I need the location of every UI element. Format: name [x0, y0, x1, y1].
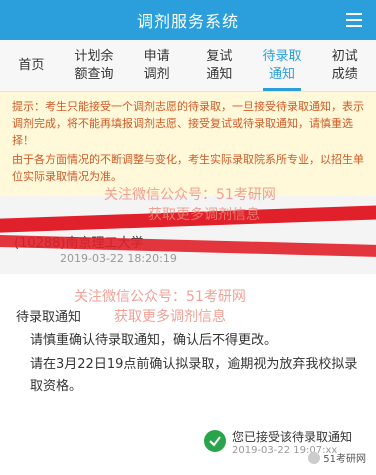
- title-bar: 调剂服务系统: [0, 0, 376, 40]
- tab-apply-adjustment[interactable]: 申请 调剂: [125, 40, 188, 91]
- record-date: 2019-03-22 18:20:19: [60, 252, 177, 265]
- notification-message-1: 请慎重确认待录取通知，确认后不得更改。: [30, 333, 278, 348]
- tab-initial-scores[interactable]: 初试 成绩: [313, 40, 376, 91]
- logo-icon: [308, 451, 321, 464]
- brand-logo: 51考研网: [308, 450, 366, 465]
- watermark-text: 获取更多调剂信息: [114, 309, 226, 325]
- notice-text-2: 由于各方面情况的不断调整与变化，考生实际录取院系所专业，以招生单位实际录取情况为…: [12, 153, 364, 183]
- redaction-bar: [0, 234, 376, 258]
- check-circle-icon: [204, 430, 226, 452]
- tab-bar: 首页 计划余 额查询 申请 调剂 复试 通知 待录取 通知 初试 成绩: [0, 40, 376, 92]
- watermark-text: 获取更多调剂信息: [148, 207, 260, 223]
- app-title: 调剂服务系统: [136, 12, 239, 31]
- logo-text: 51考研网: [323, 454, 366, 465]
- notification-header: 待录取通知: [16, 310, 82, 325]
- status-text: 您已接受该待录取通知: [232, 430, 353, 444]
- tab-admission-pending[interactable]: 待录取 通知: [251, 40, 314, 91]
- notice-panel: 提示：考生只能接受一个调剂志愿的待录取，一旦接受待录取通知，表示调剂完成，将不能…: [0, 92, 376, 198]
- tab-quota-query[interactable]: 计划余 额查询: [63, 40, 126, 91]
- watermark-text: 关注微信公众号：51考研网: [74, 289, 246, 305]
- notice-text-1: 提示：考生只能接受一个调剂志愿的待录取，一旦接受待录取通知，表示调剂完成，将不能…: [12, 100, 364, 147]
- tab-retest-notice[interactable]: 复试 通知: [188, 40, 251, 91]
- watermark-text: 关注微信公众号：51考研网: [104, 187, 276, 203]
- notification-message-2: 请在3月22日19点前确认拟录取，逾期视为放弃我校拟录取资格。: [30, 357, 358, 394]
- tab-home[interactable]: 首页: [0, 40, 63, 91]
- menu-icon[interactable]: [342, 8, 366, 32]
